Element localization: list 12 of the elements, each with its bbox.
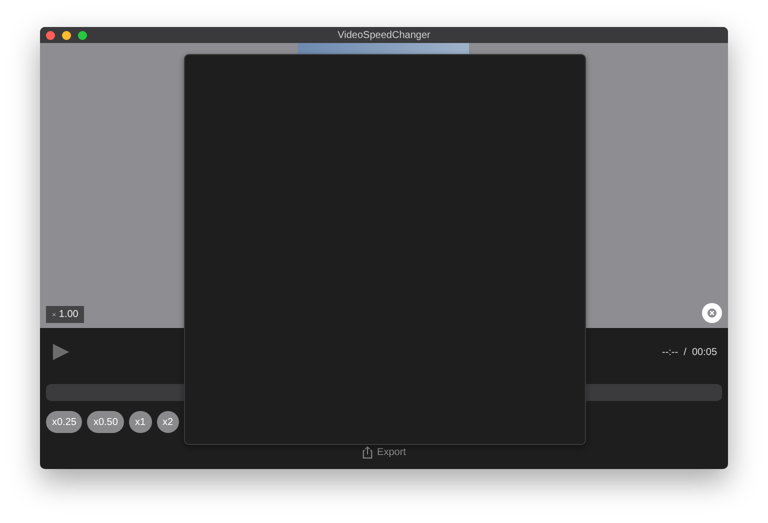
speed-button[interactable]: x0.25 bbox=[46, 411, 82, 433]
clear-icon[interactable] bbox=[702, 303, 722, 323]
speed-button[interactable]: x1 bbox=[128, 411, 152, 433]
time-label: --:-- / 00:05 bbox=[662, 346, 717, 358]
speed-button[interactable]: x2 bbox=[156, 411, 180, 433]
speed-button[interactable]: x0.50 bbox=[87, 411, 124, 433]
play-icon[interactable] bbox=[52, 343, 70, 361]
close-button[interactable] bbox=[46, 30, 55, 40]
minimize-button[interactable] bbox=[62, 30, 71, 40]
share-icon bbox=[362, 446, 374, 459]
window-title: VideoSpeedChanger bbox=[338, 30, 430, 40]
zoom-button[interactable] bbox=[78, 30, 87, 40]
